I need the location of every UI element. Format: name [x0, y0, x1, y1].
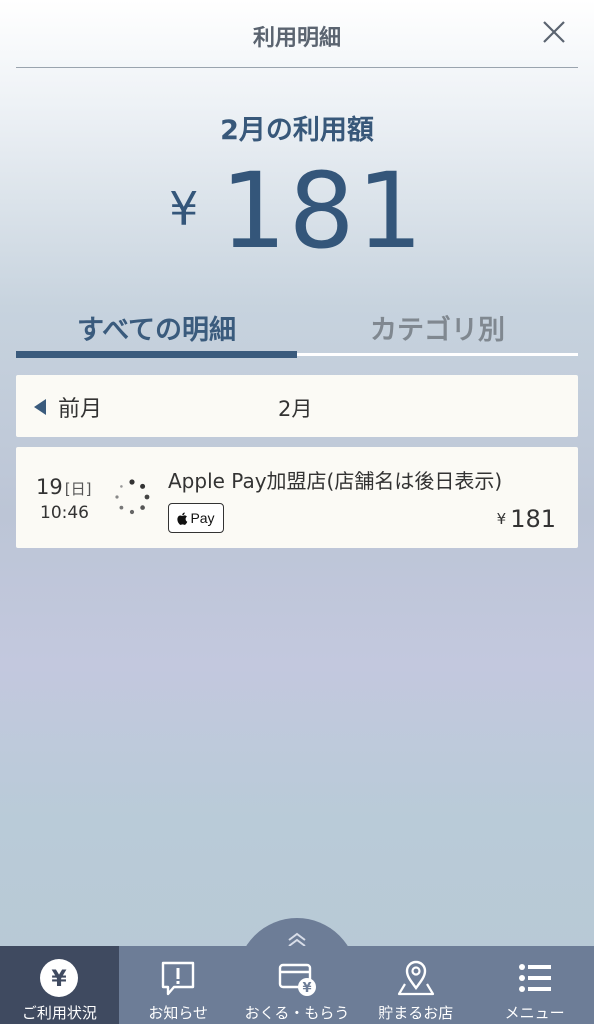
svg-text:¥: ¥ [302, 981, 311, 996]
nav-item-notices[interactable]: お知らせ [119, 946, 238, 1024]
transaction-weekday: [日] [64, 480, 92, 498]
nav-item-stores[interactable]: 貯まるお店 [356, 946, 475, 1024]
current-month: 2月 [278, 397, 313, 421]
transaction-time: 10:46 [40, 503, 89, 523]
previous-month-button[interactable]: 前月 [34, 391, 102, 423]
currency-symbol: ¥ [169, 182, 199, 236]
amount-value: 181 [220, 150, 425, 272]
nav-label: お知らせ [148, 1004, 209, 1022]
card-send-icon: ¥ [278, 963, 316, 996]
notice-icon [161, 961, 195, 996]
yen-circle-icon: ¥ [40, 959, 79, 997]
usage-amount: ¥181 [0, 150, 594, 272]
header: 利用明細 [16, 0, 578, 68]
left-triangle-icon [34, 399, 46, 415]
svg-text:¥: ¥ [52, 967, 68, 992]
tab-bar: すべての明細 カテゴリ別 [16, 300, 578, 358]
previous-month-label: 前月 [58, 397, 103, 422]
merchant-name: Apple Pay加盟店(店舗名は後日表示) [168, 469, 503, 493]
month-navigator: 前月 2月 [16, 375, 578, 437]
nav-item-menu[interactable]: メニュー [475, 946, 594, 1024]
transaction-date: 19 [日] [36, 475, 91, 499]
transaction-amount: ¥181 [497, 505, 556, 533]
nav-label: おくる・もらう [244, 1004, 350, 1022]
close-icon [543, 21, 565, 43]
close-button[interactable] [540, 18, 568, 46]
loading-spinner-icon [115, 479, 150, 515]
nav-item-send-receive[interactable]: ¥ おくる・もらう [238, 946, 357, 1024]
tab-by-category[interactable]: カテゴリ別 [297, 300, 578, 356]
transaction-amount-value: 181 [510, 505, 556, 533]
month-usage-label: 2月の利用額 [220, 115, 374, 146]
apple-logo-icon [177, 512, 188, 525]
apple-pay-badge-label: Pay [190, 510, 215, 526]
nav-label: 貯まるお店 [378, 1004, 454, 1022]
bottom-navigation: ¥ ご利用状況 お知らせ ¥ おくる・もらう 貯まるお店 メニュー [0, 946, 594, 1024]
menu-list-icon [518, 964, 551, 992]
nav-label: メニュー [504, 1004, 565, 1022]
tab-all-details[interactable]: すべての明細 [16, 300, 297, 358]
nav-label: ご利用状況 [21, 1004, 97, 1022]
map-pin-icon [397, 960, 434, 996]
apple-pay-badge: Pay [168, 503, 224, 533]
page-title: 利用明細 [252, 26, 341, 51]
transaction-row[interactable]: 19 [日] 10:46 Apple Pay加盟店(店舗名は後日表示) Pay ¥… [16, 447, 578, 548]
transaction-day: 19 [36, 475, 63, 499]
transaction-currency: ¥ [496, 510, 507, 528]
nav-item-usage-status[interactable]: ¥ ご利用状況 [0, 946, 119, 1024]
